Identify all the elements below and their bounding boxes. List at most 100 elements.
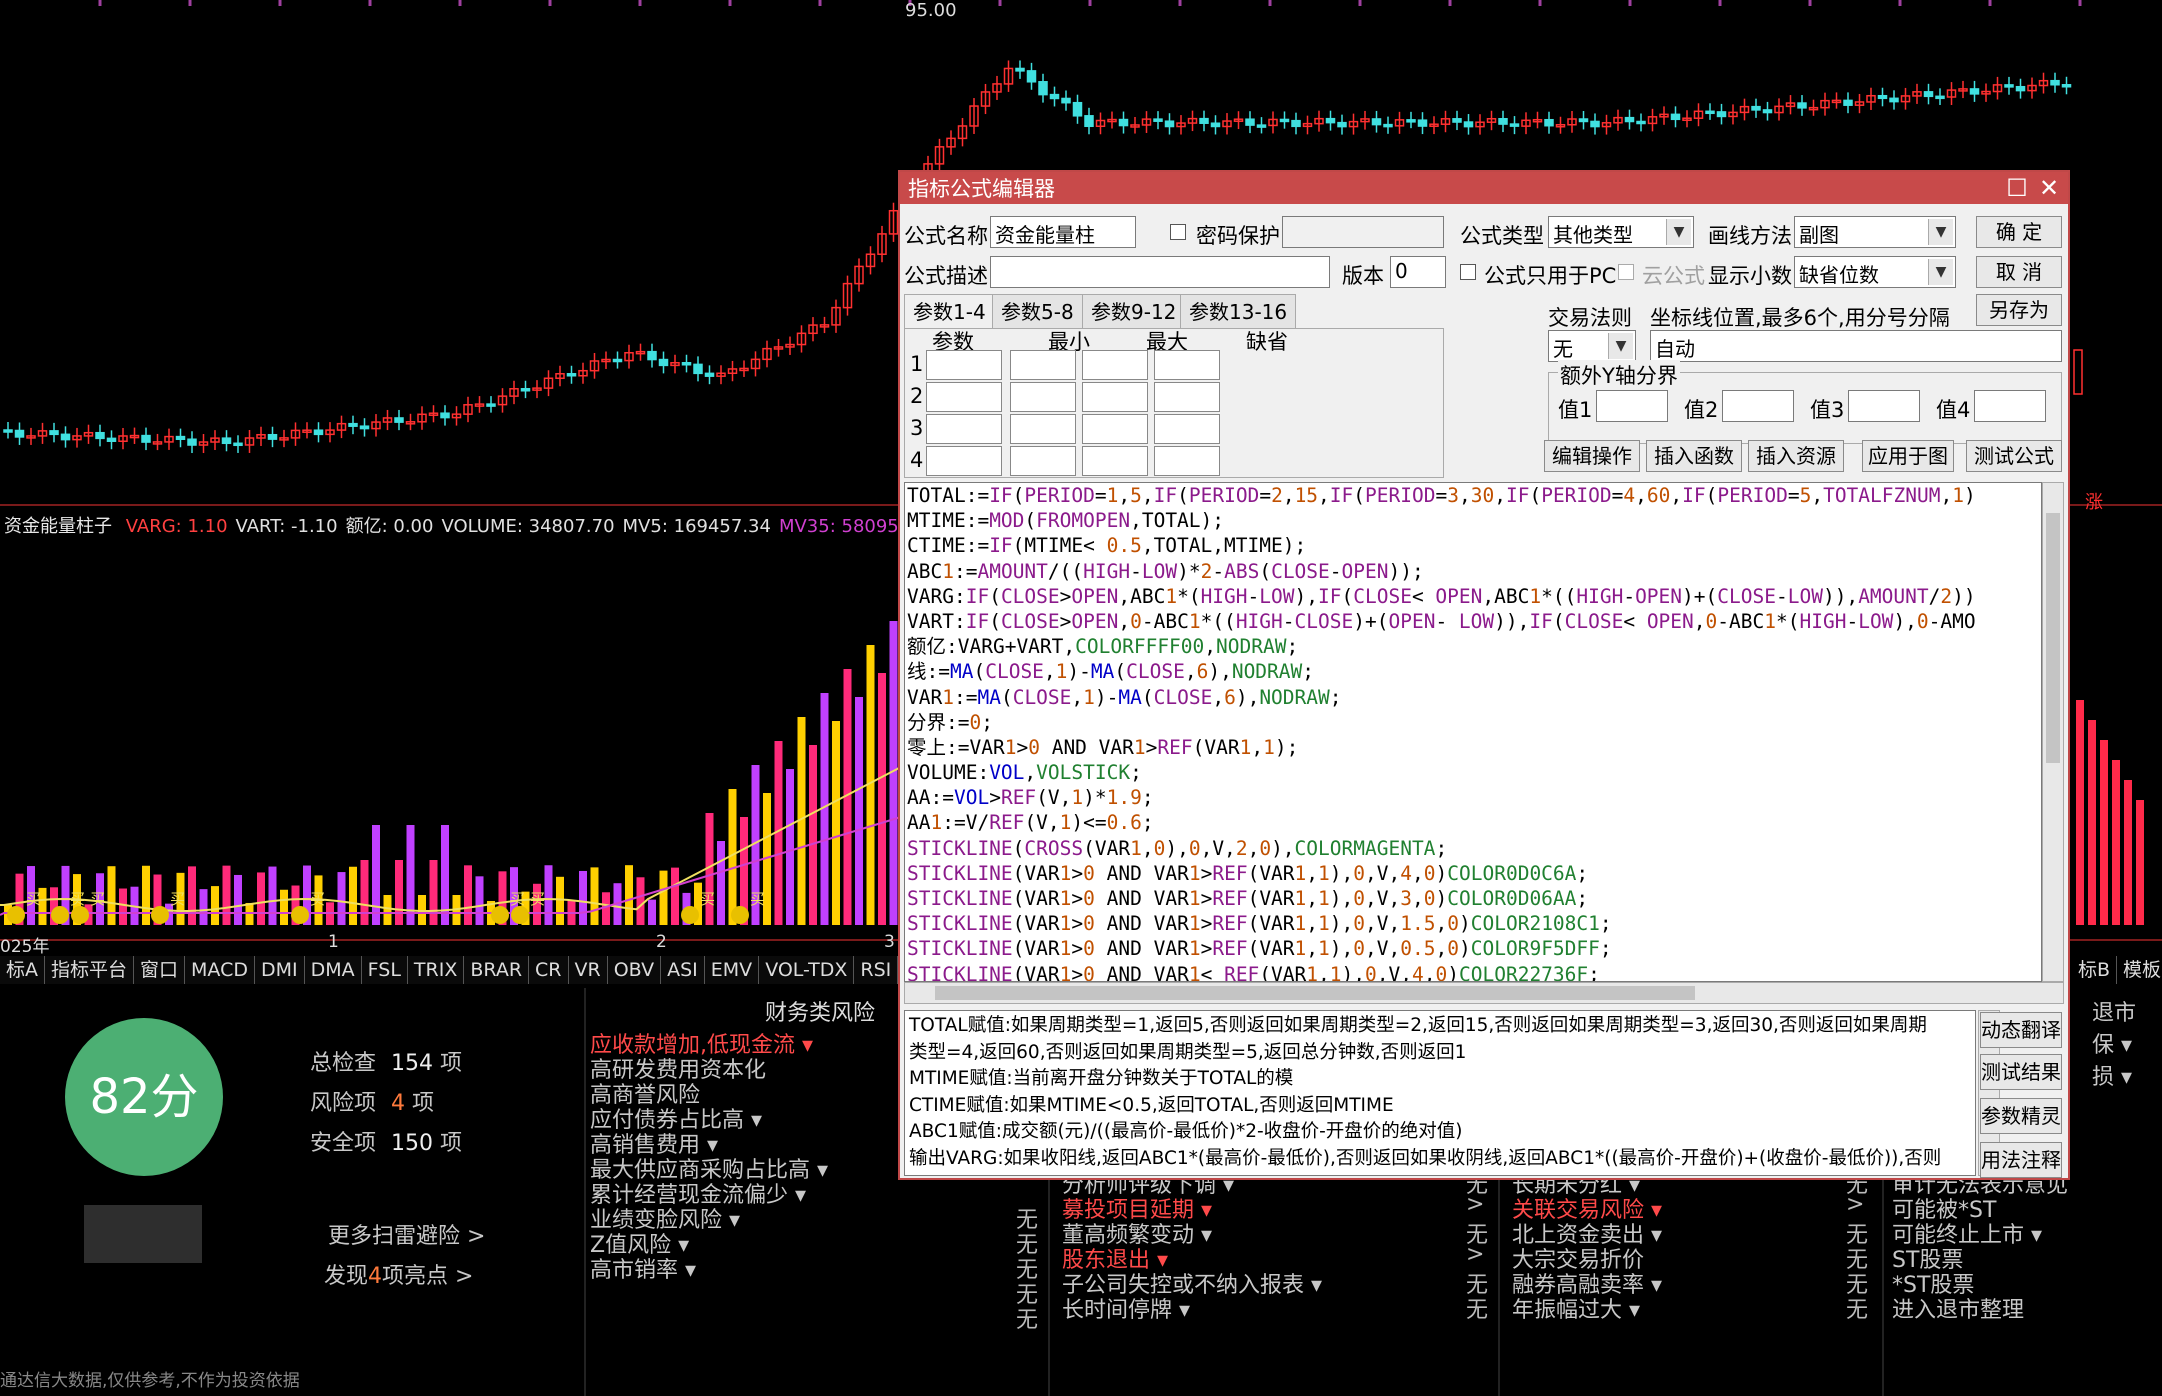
year-label: 025年 <box>0 937 50 957</box>
tab-biao-b[interactable]: 标B <box>2072 956 2118 984</box>
param-cell[interactable] <box>1154 350 1220 380</box>
indicator-tab[interactable]: 指标平台 <box>45 956 135 984</box>
password-input[interactable] <box>1282 216 1444 248</box>
insert-resource-button[interactable]: 插入资源 <box>1748 440 1844 472</box>
test-result-button[interactable]: 测试结果 <box>1980 1054 2062 1090</box>
delist-header-item[interactable]: 保 ▾ <box>2092 1027 2132 1059</box>
formula-desc-input[interactable] <box>990 256 1330 288</box>
param-cell[interactable] <box>1010 382 1076 412</box>
cancel-button[interactable]: 取 消 <box>1976 256 2062 288</box>
cloud-formula-checkbox[interactable] <box>1618 264 1634 280</box>
param-cell[interactable] <box>1082 446 1148 476</box>
edit-operation-button[interactable]: 编辑操作 <box>1544 440 1640 472</box>
delist-header-item[interactable]: 退市 <box>2092 995 2136 1027</box>
candle <box>394 417 404 423</box>
draw-method-select[interactable]: 副图 ▼ <box>1794 216 1956 248</box>
param-cell[interactable] <box>926 446 1002 476</box>
param-cell[interactable] <box>1082 382 1148 412</box>
chevron-down-icon[interactable]: ▼ <box>1928 219 1953 245</box>
tab-params-5-8[interactable]: 参数5-8 <box>992 294 1083 329</box>
delist-risk-item[interactable]: 进入退市整理 <box>1892 1292 2024 1324</box>
param-cell[interactable] <box>1010 350 1076 380</box>
version-input[interactable]: 0 <box>1390 256 1446 288</box>
param-wizard-button[interactable]: 参数精灵 <box>1980 1098 2062 1134</box>
indicator-tab[interactable]: 窗口 <box>134 956 186 984</box>
insert-function-button[interactable]: 插入函数 <box>1646 440 1742 472</box>
risk-status: > <box>1466 1192 1485 1217</box>
test-formula-button[interactable]: 测试公式 <box>1966 440 2062 472</box>
y-value-input[interactable] <box>1974 390 2046 422</box>
formula-type-value: 其他类型 <box>1553 223 1633 247</box>
tab-params-1-4[interactable]: 参数1-4 <box>904 294 995 329</box>
code-line: 分界:=0; <box>907 710 993 734</box>
maximize-icon[interactable]: ☐ <box>2002 174 2032 202</box>
candle <box>95 431 105 440</box>
indicator-tab[interactable]: MACD <box>185 956 255 984</box>
dialog-titlebar[interactable]: 指标公式编辑器 ☐ ✕ <box>900 172 2068 204</box>
indicator-tab[interactable]: DMI <box>255 956 305 984</box>
formula-name-input[interactable]: 资金能量柱 <box>990 216 1136 248</box>
volume-bar <box>625 865 633 925</box>
scroll-thumb[interactable] <box>2046 513 2060 763</box>
tab-template[interactable]: 模板 <box>2117 956 2162 984</box>
param-cell[interactable] <box>1154 446 1220 476</box>
formula-type-select[interactable]: 其他类型 ▼ <box>1548 216 1694 248</box>
formula-code-editor[interactable]: TOTAL:=IF(PERIOD=1,5,IF(PERIOD=2,15,IF(P… <box>904 482 2042 982</box>
pc-only-checkbox[interactable] <box>1460 264 1476 280</box>
risk-item[interactable]: 长时间停牌 ▾ <box>1062 1292 1190 1324</box>
chevron-down-icon[interactable]: ▼ <box>1666 219 1691 245</box>
decimals-select[interactable]: 缺省位数 ▼ <box>1794 256 1956 288</box>
candle <box>187 438 197 446</box>
indicator-tab-bar: 标A 指标平台 窗口 MACD DMI DMA FSL TRIX BRAR CR VR OBV ASI E… <box>0 956 944 984</box>
indicator-tab[interactable]: BRAR <box>464 956 530 984</box>
candle <box>1153 118 1163 122</box>
dynamic-translate-button[interactable]: 动态翻译 <box>1980 1012 2062 1048</box>
usage-note-button[interactable]: 用法注释 <box>1980 1142 2062 1178</box>
tab-params-9-12[interactable]: 参数9-12 <box>1082 294 1186 329</box>
param-cell[interactable] <box>1154 382 1220 412</box>
chevron-down-icon[interactable]: ▼ <box>1928 259 1953 285</box>
indicator-tab[interactable]: CR <box>529 956 569 984</box>
y-value-input[interactable] <box>1848 390 1920 422</box>
volume-bar <box>2088 720 2096 925</box>
code-vscrollbar[interactable] <box>2042 482 2064 982</box>
indicator-tab[interactable]: FSL <box>362 956 408 984</box>
password-checkbox[interactable] <box>1170 224 1186 240</box>
param-cell[interactable] <box>926 382 1002 412</box>
axis-position-input[interactable]: 自动 <box>1650 330 2062 362</box>
param-cell[interactable] <box>1154 414 1220 444</box>
indicator-tab[interactable]: 标A <box>0 956 45 984</box>
indicator-tab[interactable]: EMV <box>705 956 760 984</box>
trade-rule-select[interactable]: 无 ▼ <box>1548 330 1636 362</box>
close-icon[interactable]: ✕ <box>2034 174 2064 202</box>
y-value-input[interactable] <box>1596 390 1668 422</box>
param-cell[interactable] <box>1082 414 1148 444</box>
param-cell[interactable] <box>1082 350 1148 380</box>
scroll-thumb[interactable] <box>935 986 1695 1000</box>
indicator-tab[interactable]: VR <box>569 956 608 984</box>
indicator-tab[interactable]: DMA <box>305 956 362 984</box>
indicator-tab[interactable]: ASI <box>661 956 705 984</box>
param-cell[interactable] <box>1010 446 1076 476</box>
delist-header-item[interactable]: 损 ▾ <box>2092 1059 2132 1091</box>
param-cell[interactable] <box>1010 414 1076 444</box>
ok-button[interactable]: 确 定 <box>1976 216 2062 248</box>
highlights-link[interactable]: 发现4项亮点 > <box>324 1258 473 1290</box>
chevron-down-icon[interactable]: ▼ <box>1608 333 1633 359</box>
save-as-button[interactable]: 另存为 <box>1976 294 2062 326</box>
apply-to-chart-button[interactable]: 应用于图 <box>1862 440 1954 472</box>
candle <box>1118 118 1129 127</box>
param-cell[interactable] <box>926 350 1002 380</box>
y-value-input[interactable] <box>1722 390 1794 422</box>
indicator-tab[interactable]: RSI <box>854 956 899 984</box>
param-cell[interactable] <box>926 414 1002 444</box>
risk-item[interactable]: 年振幅过大 ▾ <box>1512 1292 1640 1324</box>
more-scan-link[interactable]: 更多扫雷避险 > <box>328 1218 485 1250</box>
indicator-tab[interactable]: TRIX <box>408 956 465 984</box>
code-hscrollbar[interactable] <box>904 982 2064 1004</box>
indicator-tab[interactable]: OBV <box>608 956 662 984</box>
tab-params-13-16[interactable]: 参数13-16 <box>1180 294 1297 329</box>
risk-item[interactable]: 高市销率 ▾ <box>590 1252 696 1284</box>
indicator-tab[interactable]: VOL-TDX <box>759 956 855 984</box>
volume-bar <box>429 860 438 925</box>
